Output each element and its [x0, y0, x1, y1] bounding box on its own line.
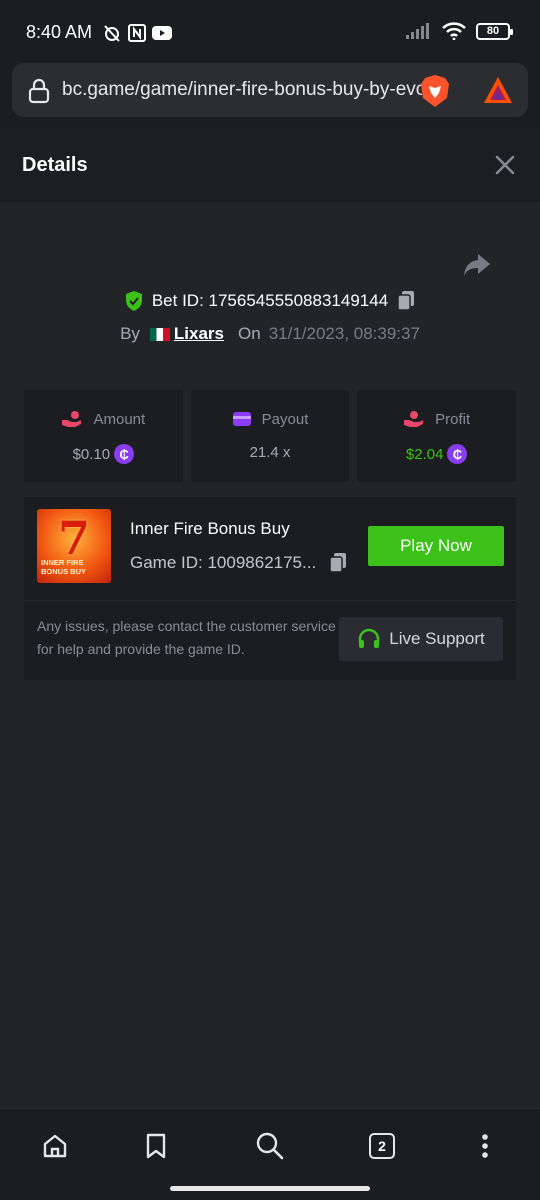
- search-icon: [256, 1132, 284, 1160]
- close-icon[interactable]: [494, 154, 516, 176]
- on-label: On: [238, 324, 261, 343]
- bookmark-icon: [146, 1133, 166, 1159]
- game-thumbnail[interactable]: 7 INNER FIRE BONUS BUY: [37, 509, 111, 583]
- hand-coins-icon: [62, 411, 82, 427]
- search-button[interactable]: [255, 1131, 285, 1161]
- stat-payout-head: Payout: [191, 410, 350, 428]
- game-id-row: Game ID: 1009862175...: [130, 552, 348, 574]
- details-header: Details: [0, 128, 540, 202]
- game-name: Inner Fire Bonus Buy: [130, 519, 290, 538]
- tabs-button[interactable]: 2: [367, 1131, 397, 1161]
- bet-date: 31/1/2023, 08:39:37: [268, 324, 420, 343]
- bet-id: Bet ID: 1756545550883149144: [151, 291, 389, 310]
- stat-payout-label: Payout: [261, 410, 309, 428]
- wifi-icon: [442, 22, 466, 40]
- status-bar: 8:40 AM 80: [0, 0, 540, 62]
- stat-amount: Amount $0.10 ₵: [24, 390, 183, 482]
- bet-meta-row: By Lixars On 31/1/2023, 08:39:37: [0, 324, 540, 344]
- tab-count: 2: [369, 1133, 395, 1159]
- stat-payout-value-row: 21.4 x: [191, 444, 350, 461]
- stat-profit-head: Profit: [357, 410, 516, 428]
- bet-id-row: Bet ID: 1756545550883149144: [0, 290, 540, 312]
- issues-text: Any issues, please contact the customer …: [37, 618, 336, 657]
- hand-heart-icon: [404, 411, 424, 427]
- share-icon[interactable]: [462, 252, 492, 278]
- stat-profit-value-row: $2.04 ₵: [357, 444, 516, 464]
- thumbnail-seven: 7: [57, 511, 90, 565]
- stat-profit-value: $2.04: [405, 445, 444, 463]
- stat-payout: Payout 21.4 x: [190, 390, 350, 482]
- battery-icon: 80: [476, 22, 513, 40]
- stat-amount-value-row: $0.10 ₵: [24, 444, 183, 464]
- coin-icon: ₵: [447, 444, 468, 464]
- home-indicator[interactable]: [170, 1186, 370, 1191]
- address-bar[interactable]: bc.game/game/inner-fire-bonus-buy-by-evo: [12, 63, 528, 117]
- copy-icon[interactable]: [328, 552, 348, 574]
- status-left-icons: [102, 23, 172, 43]
- live-support-label[interactable]: Live Support: [389, 629, 484, 649]
- youtube-icon: [152, 26, 172, 40]
- game-card: 7 INNER FIRE BONUS BUY Inner Fire Bonus …: [24, 497, 516, 680]
- browser-toolbar: bc.game/game/inner-fire-bonus-buy-by-evo: [0, 62, 540, 128]
- bet-stats: Amount $0.10 ₵ Payout 21.4 x Profit $2.0…: [24, 390, 517, 482]
- mexico-flag-icon: [149, 327, 170, 341]
- username[interactable]: Lixars: [174, 324, 224, 344]
- page-title: Details: [22, 154, 88, 176]
- home-button[interactable]: [40, 1131, 70, 1161]
- menu-button[interactable]: [470, 1131, 500, 1161]
- play-now-button[interactable]: Play Now: [368, 526, 504, 566]
- game-id: Game ID: 1009862175...: [130, 553, 317, 572]
- stat-amount-label: Amount: [93, 410, 146, 428]
- thumbnail-title: INNER FIRE BONUS BUY: [41, 558, 87, 576]
- url-text[interactable]: bc.game/game/inner-fire-bonus-buy-by-evo: [62, 79, 422, 101]
- stat-profit-label: Profit: [435, 410, 471, 428]
- stat-profit: Profit $2.04 ₵: [357, 390, 517, 482]
- home-icon: [43, 1134, 67, 1158]
- more-vertical-icon: [482, 1134, 488, 1158]
- bat-rewards-icon[interactable]: [482, 75, 514, 105]
- user-link[interactable]: Lixars: [149, 324, 224, 344]
- wallet-icon: [232, 412, 251, 426]
- stat-payout-value: 21.4 x: [249, 444, 291, 461]
- stat-amount-value: $0.10: [72, 445, 111, 463]
- signal-icon: [406, 23, 429, 39]
- by-label: By: [120, 324, 140, 343]
- status-right-icons: 80: [406, 22, 513, 40]
- brave-shield-icon[interactable]: [418, 73, 452, 109]
- verified-shield-icon: [125, 291, 142, 311]
- lock-icon: [28, 78, 50, 104]
- live-support-button[interactable]: Live Support: [339, 617, 503, 661]
- alarm-off-icon: [104, 25, 120, 42]
- bookmark-button[interactable]: [141, 1131, 171, 1161]
- divider: [24, 600, 516, 601]
- coin-icon: ₵: [114, 444, 135, 464]
- headset-icon: [359, 628, 380, 648]
- stat-amount-head: Amount: [24, 410, 183, 428]
- status-time: 8:40 AM: [26, 22, 93, 42]
- copy-icon[interactable]: [396, 290, 416, 312]
- nfc-icon: [128, 24, 146, 42]
